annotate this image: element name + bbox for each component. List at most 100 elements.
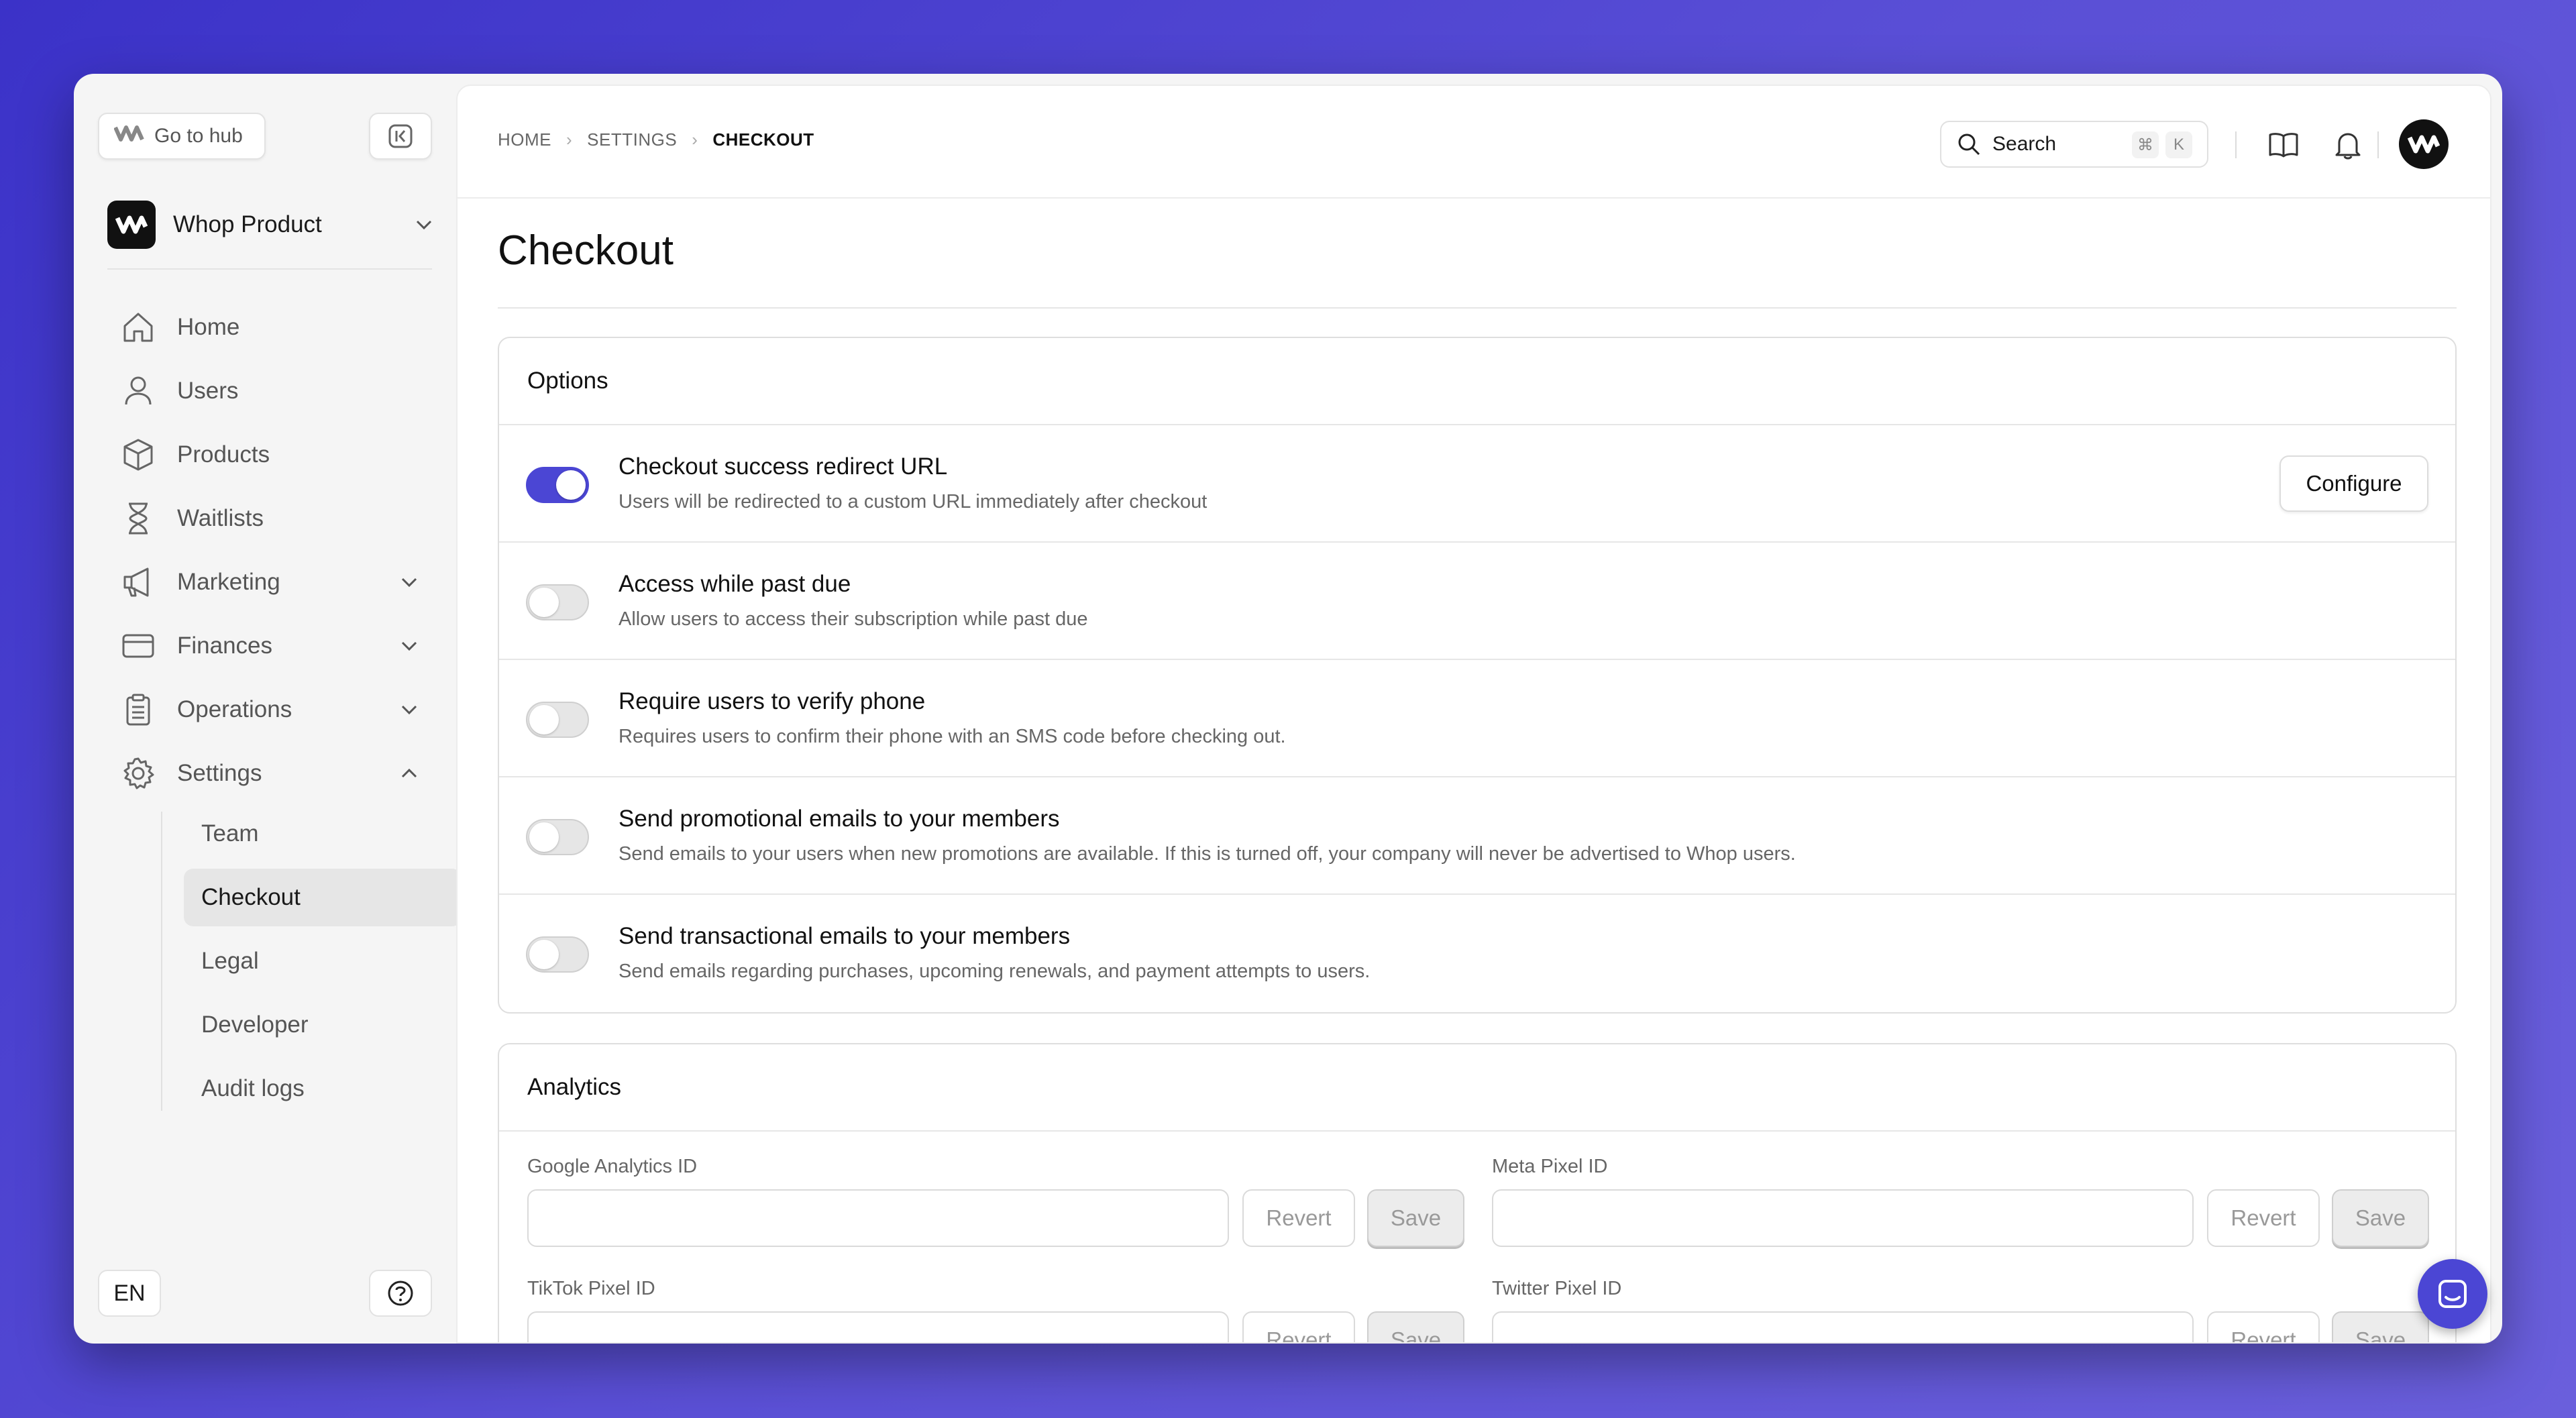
- chevron-down-icon: [401, 578, 417, 588]
- subnav-item-audit-logs[interactable]: Audit logs: [184, 1060, 462, 1117]
- hourglass-icon: [119, 500, 157, 537]
- breadcrumb-checkout: CHECKOUT: [712, 129, 814, 150]
- option-row: Send transactional emails to your member…: [499, 895, 2455, 1012]
- tiktok-pixel-input[interactable]: [527, 1311, 1229, 1342]
- sidebar-item-label: Operations: [177, 696, 292, 722]
- whop-logo-icon: [113, 125, 145, 148]
- collapse-sidebar-button[interactable]: [369, 113, 432, 160]
- support-chat-button[interactable]: [2418, 1259, 2487, 1329]
- option-row: Require users to verify phone Requires u…: [499, 660, 2455, 777]
- sidebar-item-label: Marketing: [177, 568, 280, 595]
- toggle-knob: [556, 470, 586, 500]
- product-logo-icon: [107, 201, 156, 249]
- redirect-url-toggle[interactable]: [526, 467, 589, 503]
- sidebar-item-products[interactable]: Products: [107, 423, 436, 486]
- meta-pixel-save-button[interactable]: Save: [2332, 1189, 2429, 1247]
- subnav-item-developer[interactable]: Developer: [184, 996, 462, 1054]
- option-description: Users will be redirected to a custom URL…: [619, 491, 1208, 512]
- box-icon: [119, 436, 157, 474]
- chevron-down-icon: [401, 641, 417, 651]
- avatar[interactable]: [2399, 119, 2449, 169]
- tiktok-pixel-revert-button[interactable]: Revert: [1242, 1311, 1355, 1342]
- sidebar-item-finances[interactable]: Finances: [107, 614, 436, 677]
- sidebar-item-settings[interactable]: Settings: [107, 741, 436, 805]
- meta-pixel-input[interactable]: [1492, 1189, 2194, 1247]
- sidebar-item-users[interactable]: Users: [107, 359, 436, 423]
- google-analytics-save-button[interactable]: Save: [1367, 1189, 1464, 1247]
- past-due-access-toggle[interactable]: [526, 584, 589, 620]
- option-title: Checkout success redirect URL: [619, 453, 948, 480]
- sidebar-item-home[interactable]: Home: [107, 295, 436, 359]
- go-to-hub-label: Go to hub: [154, 125, 243, 147]
- google-analytics-revert-button[interactable]: Revert: [1242, 1189, 1355, 1247]
- option-description: Send emails regarding purchases, upcomin…: [619, 961, 1371, 982]
- sidebar-item-label: Home: [177, 313, 240, 340]
- verify-phone-toggle[interactable]: [526, 702, 589, 738]
- sidebar-item-label: Users: [177, 377, 239, 404]
- toggle-knob: [529, 705, 559, 734]
- option-row: Access while past due Allow users to acc…: [499, 543, 2455, 660]
- promotional-emails-toggle[interactable]: [526, 819, 589, 855]
- breadcrumb-home[interactable]: HOME: [498, 129, 551, 150]
- subnav-item-checkout[interactable]: Checkout: [184, 869, 462, 926]
- collapse-icon: [388, 124, 413, 148]
- notifications-button[interactable]: [2328, 125, 2368, 165]
- page-title: Checkout: [498, 227, 674, 274]
- megaphone-icon: [119, 563, 157, 601]
- help-icon: [388, 1280, 413, 1306]
- meta-pixel-label: Meta Pixel ID: [1492, 1156, 1608, 1177]
- option-title: Require users to verify phone: [619, 688, 926, 714]
- twitter-pixel-label: Twitter Pixel ID: [1492, 1278, 1622, 1299]
- top-bar: HOME › SETTINGS › CHECKOUT Search ⌘ K: [458, 86, 2490, 199]
- product-selector[interactable]: Whop Product: [107, 198, 436, 252]
- chevron-right-icon: ›: [566, 129, 573, 150]
- search-button[interactable]: Search ⌘ K: [1940, 121, 2208, 168]
- google-analytics-label: Google Analytics ID: [527, 1156, 698, 1177]
- transactional-emails-toggle[interactable]: [526, 936, 589, 973]
- option-title: Send transactional emails to your member…: [619, 923, 1071, 949]
- meta-pixel-revert-button[interactable]: Revert: [2207, 1189, 2320, 1247]
- breadcrumb-settings[interactable]: SETTINGS: [587, 129, 677, 150]
- option-description: Send emails to your users when new promo…: [619, 843, 1796, 865]
- go-to-hub-button[interactable]: Go to hub: [98, 113, 266, 160]
- option-row: Checkout success redirect URL Users will…: [499, 425, 2455, 543]
- cmd-key: ⌘: [2132, 131, 2159, 158]
- sidebar-item-marketing[interactable]: Marketing: [107, 550, 436, 614]
- subnav-item-legal[interactable]: Legal: [184, 932, 462, 990]
- tiktok-pixel-label: TikTok Pixel ID: [527, 1278, 655, 1299]
- title-divider: [498, 307, 2457, 309]
- configure-button[interactable]: Configure: [2279, 455, 2428, 512]
- whop-logo-icon: [2408, 135, 2440, 154]
- help-button[interactable]: [369, 1270, 432, 1317]
- analytics-card: Analytics Google Analytics ID Revert Sav…: [498, 1043, 2457, 1342]
- language-button[interactable]: EN: [98, 1270, 161, 1317]
- twitter-pixel-input[interactable]: [1492, 1311, 2194, 1342]
- keyboard-shortcut: ⌘ K: [2132, 131, 2192, 158]
- google-analytics-input[interactable]: [527, 1189, 1229, 1247]
- docs-button[interactable]: [2263, 125, 2304, 165]
- breadcrumb: HOME › SETTINGS › CHECKOUT: [498, 129, 814, 150]
- option-description: Allow users to access their subscription…: [619, 608, 1088, 630]
- main-content: HOME › SETTINGS › CHECKOUT Search ⌘ K Ch…: [456, 85, 2491, 1344]
- tiktok-pixel-save-button[interactable]: Save: [1367, 1311, 1464, 1342]
- sidebar-item-label: Finances: [177, 632, 273, 659]
- sidebar-item-label: Products: [177, 441, 270, 468]
- sidebar-item-waitlists[interactable]: Waitlists: [107, 486, 436, 550]
- sidebar-item-operations[interactable]: Operations: [107, 677, 436, 741]
- sidebar: Go to hub Whop Product Home Users Produc…: [74, 74, 462, 1344]
- options-card: Options Checkout success redirect URL Us…: [498, 337, 2457, 1014]
- search-icon: [1958, 133, 1980, 156]
- subnav-item-team[interactable]: Team: [184, 805, 462, 863]
- option-description: Requires users to confirm their phone wi…: [619, 726, 1286, 747]
- twitter-pixel-save-button[interactable]: Save: [2332, 1311, 2429, 1342]
- toggle-knob: [529, 940, 559, 969]
- chevron-up-icon: [401, 768, 417, 778]
- twitter-pixel-revert-button[interactable]: Revert: [2207, 1311, 2320, 1342]
- option-title: Access while past due: [619, 571, 851, 597]
- user-icon: [119, 372, 157, 410]
- option-title: Send promotional emails to your members: [619, 806, 1060, 832]
- k-key: K: [2165, 131, 2192, 158]
- chat-icon: [2438, 1280, 2467, 1308]
- topbar-divider: [2377, 131, 2379, 158]
- sidebar-nav: Home Users Products Waitlists Marketing: [107, 295, 462, 1124]
